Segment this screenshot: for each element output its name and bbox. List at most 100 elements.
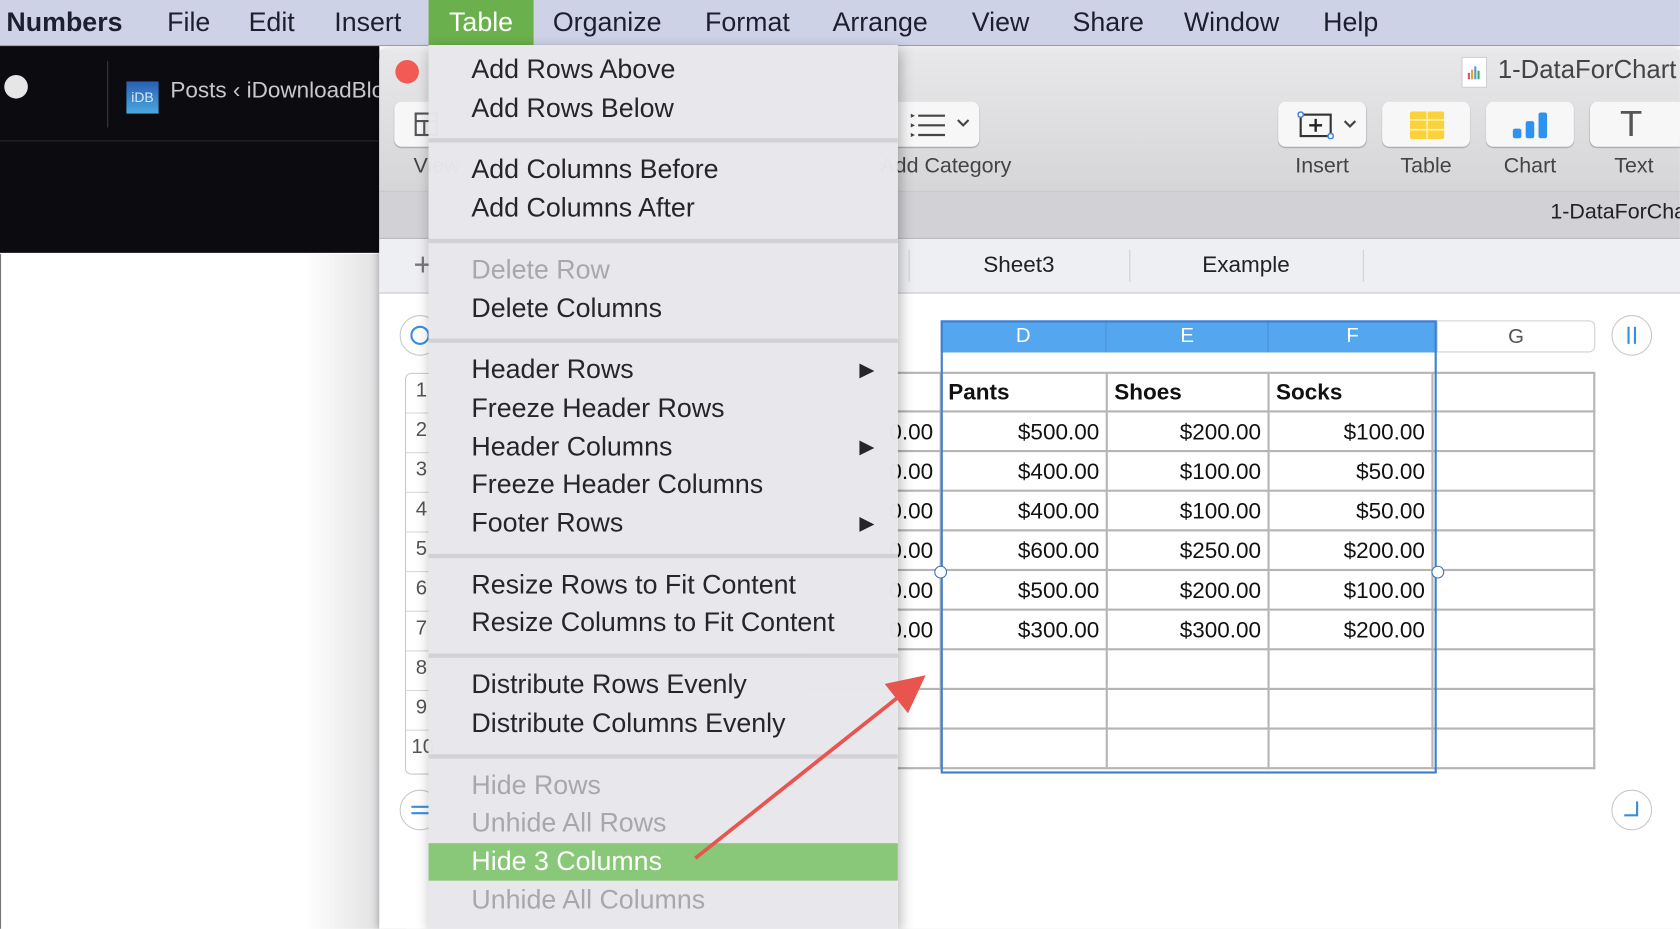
menu-help[interactable]: Help [1323,0,1378,45]
table-cell[interactable]: Socks [1269,372,1434,413]
menu-window[interactable]: Window [1184,0,1279,45]
menu-insert[interactable]: Insert [334,0,401,45]
table-cell[interactable]: $500.00 [941,412,1108,453]
column-header-f[interactable]: F [1268,320,1437,353]
close-window-button[interactable] [395,59,419,84]
menu-item-add-columns-before[interactable]: Add Columns Before [429,151,898,188]
table-cell[interactable] [1433,372,1596,413]
menu-item-resize-rows-to-fit-content[interactable]: Resize Rows to Fit Content [429,566,898,603]
table-cell[interactable] [1433,689,1596,730]
table-cell[interactable]: $100.00 [1269,571,1434,611]
selection-handle-left[interactable] [934,565,948,579]
column-header-d[interactable]: D [940,320,1107,353]
text-label: Text [1614,154,1654,178]
table-cell[interactable]: $50.00 [1269,452,1434,492]
menu-item-header-rows[interactable]: Header Rows ▶ [429,352,898,389]
chart-icon [1512,112,1548,139]
table-cell[interactable]: $50.00 [1269,491,1434,532]
menu-app-numbers[interactable]: Numbers [6,0,122,45]
table-cell[interactable] [1433,452,1596,492]
insert-button[interactable] [1278,101,1367,147]
menu-item-freeze-header-columns[interactable]: Freeze Header Columns [429,466,898,503]
menu-item-add-columns-after[interactable]: Add Columns After [429,190,898,227]
table-cell[interactable]: $200.00 [1107,571,1270,611]
menu-separator [428,753,898,759]
table-cell[interactable]: $400.00 [941,491,1108,532]
menu-item-distribute-rows-evenly[interactable]: Distribute Rows Evenly [429,667,898,704]
table-cell[interactable] [1433,610,1596,651]
table-cell[interactable] [1269,729,1434,770]
menu-item-distribute-columns-evenly[interactable]: Distribute Columns Evenly [429,705,898,742]
menu-item-label: Hide 3 Columns [471,846,662,877]
menu-share[interactable]: Share [1072,0,1143,45]
table-cell[interactable]: $250.00 [1107,531,1270,572]
table-cell[interactable]: Shoes [1107,372,1270,413]
table-cell[interactable]: $100.00 [1269,412,1434,453]
table-cell[interactable] [1433,531,1596,572]
table-cell[interactable] [1433,491,1596,532]
insert-icon [1297,111,1334,140]
table-cell[interactable] [1433,571,1596,611]
table-cell[interactable]: Pants [941,372,1108,413]
add-column-handle[interactable] [1611,314,1653,356]
menu-edit[interactable]: Edit [249,0,295,45]
table-cell[interactable] [1433,650,1596,690]
menu-item-delete-columns[interactable]: Delete Columns [429,290,898,327]
menu-organize[interactable]: Organize [553,0,662,45]
menu-item-add-rows-above[interactable]: Add Rows Above [429,51,898,88]
table-cell[interactable]: $200.00 [1269,610,1434,651]
browser-tab-title[interactable]: Posts ‹ iDownloadBlog [170,78,379,104]
menu-item-label: Add Columns Before [471,154,719,185]
table-cell[interactable] [1107,650,1270,690]
table-cell[interactable]: $300.00 [1107,610,1270,651]
table-cell[interactable] [1269,650,1434,690]
table-cell[interactable] [941,689,1108,730]
menu-item-label: Header Rows [471,354,634,385]
resize-table-handle[interactable] [1611,789,1653,831]
tab-sheet3[interactable]: Sheet3 [909,239,1130,293]
text-button[interactable]: T [1589,101,1680,147]
table-cell[interactable] [1107,729,1270,770]
menu-item-header-columns[interactable]: Header Columns ▶ [429,428,898,465]
chart-button[interactable] [1486,101,1574,147]
menu-arrange[interactable]: Arrange [832,0,927,45]
selection-handle-right[interactable] [1431,565,1445,579]
divider [0,140,380,142]
table-cell[interactable] [1433,729,1596,770]
table-cell[interactable]: $600.00 [941,531,1108,572]
table-cell[interactable] [941,650,1108,690]
menu-item-add-rows-below[interactable]: Add Rows Below [429,90,898,127]
table-cell[interactable] [1269,689,1434,730]
chevron-down-icon [957,119,970,127]
table-cell[interactable] [941,729,1108,770]
menu-item-label: Unhide All Rows [471,808,667,839]
table-cell[interactable]: $200.00 [1269,531,1434,572]
table-cell[interactable] [1107,689,1270,730]
column-header-e[interactable]: E [1106,320,1269,353]
submenu-arrow-icon: ▶ [859,359,875,381]
column-header-g[interactable]: G [1436,320,1596,353]
window-control-icon[interactable] [4,74,28,99]
menu-view[interactable]: View [972,0,1030,45]
menu-separator [428,238,898,243]
menu-format[interactable]: Format [705,0,790,45]
document-subtitle: 1-DataForChart [1550,200,1680,224]
table-cell[interactable] [1433,412,1596,453]
corner-handle-icon [1624,801,1639,817]
menu-item-hide-3-columns[interactable]: Hide 3 Columns [428,843,898,881]
menu-file[interactable]: File [167,0,210,45]
table-cell[interactable]: $300.00 [941,610,1108,651]
menu-table[interactable]: Table [428,0,534,45]
table-button[interactable] [1382,101,1470,147]
table-cell[interactable]: $100.00 [1107,491,1270,532]
menu-item-freeze-header-rows[interactable]: Freeze Header Rows [429,390,898,427]
table-cell[interactable]: $200.00 [1107,412,1270,453]
menu-item-label: Add Columns After [471,192,695,223]
table-cell[interactable]: $100.00 [1107,452,1270,492]
favicon-icon: iDB [126,81,159,114]
menu-item-resize-columns-to-fit-content[interactable]: Resize Columns to Fit Content [429,605,898,642]
tab-example[interactable]: Example [1129,239,1363,293]
menu-item-footer-rows[interactable]: Footer Rows ▶ [429,505,898,542]
table-cell[interactable]: $500.00 [941,571,1108,611]
table-cell[interactable]: $400.00 [941,452,1108,492]
